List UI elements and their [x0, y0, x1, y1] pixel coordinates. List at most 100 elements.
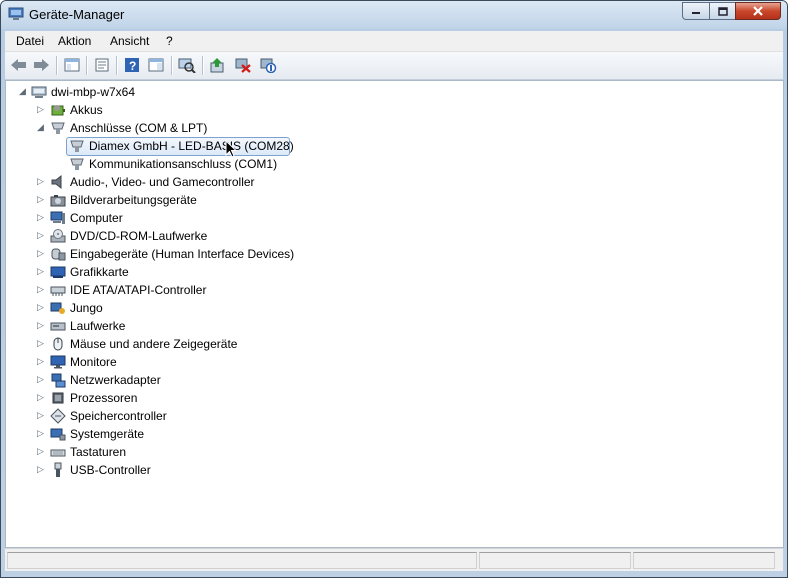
tree-category-label: Prozessoren	[70, 391, 138, 405]
caption-buttons	[682, 2, 781, 21]
help-button[interactable]: ?	[122, 56, 142, 74]
tree-root-label: dwi-mbp-w7x64	[51, 85, 136, 99]
expand-icon[interactable]: ▷	[37, 465, 46, 474]
menu-help[interactable]: ?	[166, 34, 173, 48]
tree-category[interactable]: ▷ Audio-, Video- und Gamecontroller	[6, 173, 783, 191]
update-driver-button[interactable]	[208, 56, 228, 74]
battery-icon	[51, 105, 65, 116]
expand-icon[interactable]: ▷	[37, 267, 46, 276]
menu-datei[interactable]: Datei	[16, 34, 44, 48]
expand-icon[interactable]: ▷	[37, 177, 46, 186]
tree-category-label: Audio-, Video- und Gamecontroller	[70, 175, 255, 189]
tree-category-label: Anschlüsse (COM & LPT)	[70, 121, 208, 135]
collapse-icon[interactable]: ◢	[37, 123, 46, 132]
tree-category-label: Tastaturen	[70, 445, 127, 459]
show-hide-tree-icon	[64, 58, 80, 72]
expand-icon[interactable]: ▷	[37, 411, 46, 420]
close-button[interactable]	[735, 2, 781, 20]
scan-hardware-button[interactable]	[177, 56, 197, 74]
minimize-icon	[692, 12, 700, 14]
tree-category[interactable]: ▷ Grafikkarte	[6, 263, 783, 281]
tree-category-label: Mäuse und andere Zeigegeräte	[70, 337, 238, 351]
back-button[interactable]	[9, 56, 29, 74]
tree-category[interactable]: ▷ Akkus	[6, 101, 783, 119]
status-segment	[633, 552, 775, 569]
expand-icon[interactable]: ▷	[37, 393, 46, 402]
tree-category[interactable]: ▷ Laufwerke	[6, 317, 783, 335]
forward-button[interactable]	[31, 56, 51, 74]
tree-category[interactable]: ▷ Eingabegeräte (Human Interface Devices)	[6, 245, 783, 263]
maximize-button[interactable]	[709, 2, 735, 20]
tree-category[interactable]: ▷ Bildverarbeitungsgeräte	[6, 191, 783, 209]
speaker-icon	[51, 174, 62, 190]
tree-device-label: Diamex GmbH - LED-BASIS (COM28)	[89, 139, 294, 153]
tree-category[interactable]: ▷ Systemgeräte	[6, 425, 783, 443]
status-segment	[7, 552, 477, 569]
title-bar[interactable]: Geräte-Manager	[1, 1, 787, 29]
tree-category[interactable]: ▷ Speichercontroller	[6, 407, 783, 425]
tree-category[interactable]: ▷ Tastaturen	[6, 443, 783, 461]
svg-text:?: ?	[129, 59, 136, 73]
tree-category[interactable]: ▷ Monitore	[6, 353, 783, 371]
scan-hardware-icon	[178, 58, 196, 73]
tree-category[interactable]: ▷ Prozessoren	[6, 389, 783, 407]
minimize-button[interactable]	[682, 2, 709, 20]
uninstall-icon	[235, 58, 251, 73]
maximize-icon	[717, 6, 728, 16]
toolbar-separator	[202, 56, 204, 75]
expand-icon[interactable]: ▷	[37, 213, 46, 222]
expand-icon[interactable]: ▷	[37, 447, 46, 456]
menu-ansicht[interactable]: Ansicht	[110, 34, 149, 48]
tree-category[interactable]: ▷ USB-Controller	[6, 461, 783, 479]
tree-category-label: IDE ATA/ATAPI-Controller	[70, 283, 207, 297]
expand-icon[interactable]: ▷	[37, 105, 46, 114]
show-hide-tree-button[interactable]	[62, 56, 82, 74]
disk-drive-icon	[50, 322, 66, 331]
expand-icon[interactable]: ▷	[37, 357, 46, 366]
mouse-icon	[53, 337, 63, 351]
tree-category[interactable]: ▷ Netzwerkadapter	[6, 371, 783, 389]
device-tree[interactable]: ◢ dwi-mbp-w7x64 ▷ Akkus ◢ Anschlüsse (COM &…	[5, 80, 784, 548]
menu-aktion[interactable]: Aktion	[58, 34, 91, 48]
processor-icon	[52, 392, 64, 404]
system-devices-icon	[50, 428, 66, 441]
expand-icon[interactable]: ▷	[37, 429, 46, 438]
computer-icon	[31, 86, 47, 98]
expand-icon[interactable]: ▷	[37, 303, 46, 312]
expand-icon[interactable]: ▷	[37, 249, 46, 258]
tree-category-label: DVD/CD-ROM-Laufwerke	[70, 229, 208, 243]
action-pane-icon	[148, 58, 164, 72]
tree-category-label: Grafikkarte	[70, 265, 129, 279]
hid-icon	[51, 248, 66, 261]
uninstall-button[interactable]	[233, 56, 253, 74]
tree-category[interactable]: ▷ Computer	[6, 209, 783, 227]
tree-root[interactable]: ◢ dwi-mbp-w7x64	[6, 83, 783, 101]
tree-category[interactable]: ▷ Jungo	[6, 299, 783, 317]
toolbar-separator	[56, 56, 58, 75]
menu-bar: Datei Aktion Ansicht ?	[5, 31, 783, 52]
usb-icon	[54, 462, 62, 477]
tree-category[interactable]: ▷ DVD/CD-ROM-Laufwerke	[6, 227, 783, 245]
tree-category[interactable]: ▷ IDE ATA/ATAPI-Controller	[6, 281, 783, 299]
tree-category-label: USB-Controller	[70, 463, 151, 477]
expand-icon[interactable]: ▷	[37, 375, 46, 384]
expand-icon[interactable]: ▷	[37, 339, 46, 348]
toolbar: ?	[5, 52, 783, 80]
expand-icon[interactable]: ▷	[37, 195, 46, 204]
disable-device-button[interactable]	[258, 56, 278, 74]
tree-category-label: Netzwerkadapter	[70, 373, 161, 387]
ide-controller-icon	[50, 286, 66, 296]
camera-icon	[50, 195, 66, 207]
tree-category[interactable]: ▷ Mäuse und andere Zeigegeräte	[6, 335, 783, 353]
tree-device[interactable]: Diamex GmbH - LED-BASIS (COM28)	[6, 137, 783, 156]
port-icon	[51, 122, 65, 134]
collapse-icon[interactable]: ◢	[19, 87, 28, 96]
expand-icon[interactable]: ▷	[37, 321, 46, 330]
properties-button[interactable]	[92, 56, 112, 74]
toolbar-separator	[86, 56, 88, 75]
action-pane-button[interactable]	[146, 56, 166, 74]
tree-device[interactable]: Kommunikationsanschluss (COM1)	[6, 155, 783, 173]
expand-icon[interactable]: ▷	[37, 285, 46, 294]
expand-icon[interactable]: ▷	[37, 231, 46, 240]
tree-category[interactable]: ◢ Anschlüsse (COM & LPT)	[6, 119, 783, 137]
